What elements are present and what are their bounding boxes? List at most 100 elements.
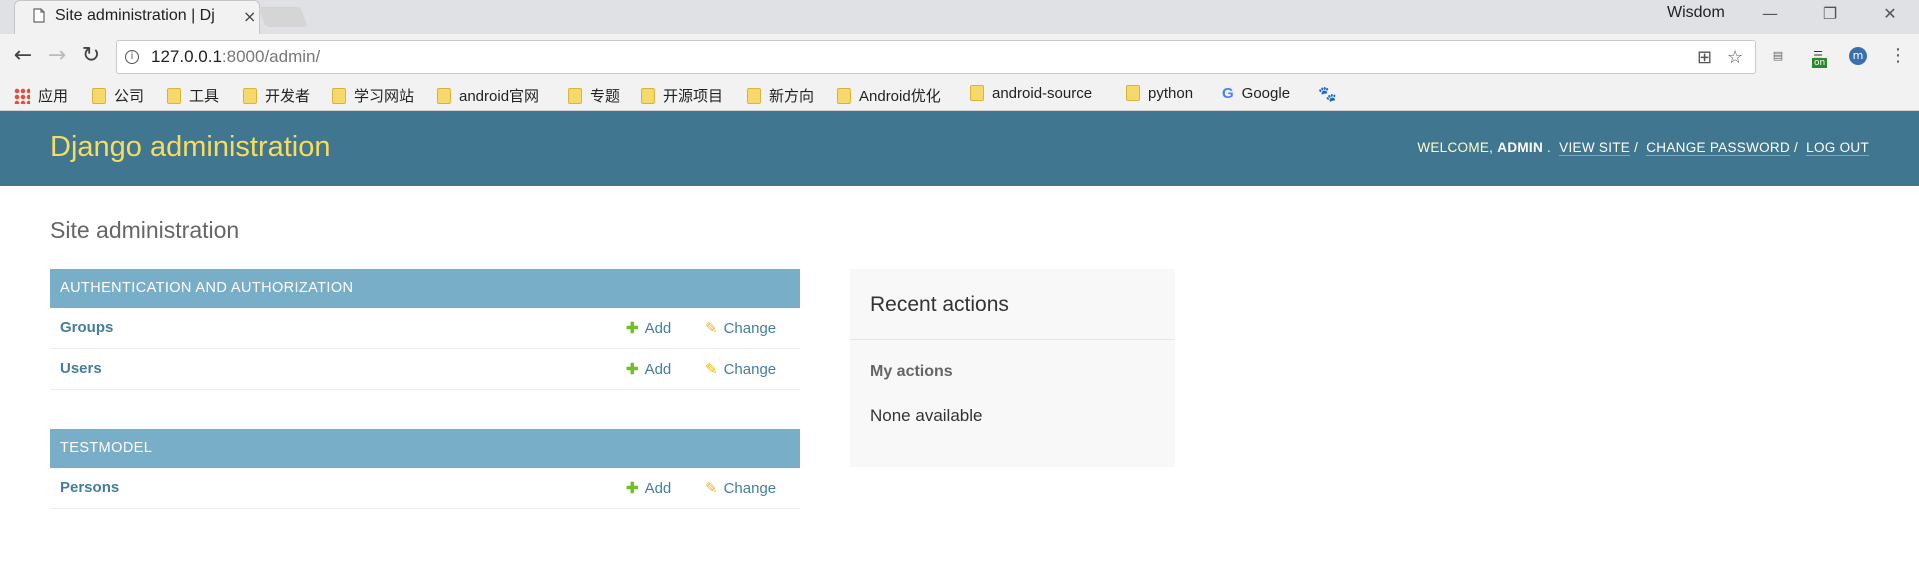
- bookmark-google[interactable]: G Google: [1222, 85, 1290, 105]
- bookmark-label: 开发者: [265, 88, 311, 105]
- plus-icon: ✚: [626, 320, 639, 337]
- pencil-icon: ✎: [705, 320, 718, 337]
- folder-icon: [641, 88, 655, 104]
- apps-icon: [14, 88, 30, 104]
- forward-arrow-icon[interactable]: →: [44, 44, 70, 70]
- bookmark-folder[interactable]: 学习网站: [332, 85, 414, 105]
- close-tab-icon[interactable]: ×: [243, 7, 256, 26]
- empty-actions-text: None available: [870, 406, 983, 425]
- recent-actions-panel: Recent actions My actions None available: [850, 269, 1175, 467]
- model-link-persons[interactable]: Persons: [60, 479, 119, 496]
- change-link[interactable]: ✎ Change: [705, 319, 776, 337]
- add-label: Add: [644, 480, 672, 497]
- close-window-icon[interactable]: ✕: [1866, 0, 1914, 28]
- baidu-paw-icon[interactable]: 🐾: [1318, 85, 1337, 105]
- change-label: Change: [723, 320, 777, 337]
- translate-icon[interactable]: ⊞: [1697, 47, 1712, 68]
- change-label: Change: [723, 361, 777, 378]
- change-link[interactable]: ✎ Change: [705, 360, 776, 378]
- google-icon: G: [1222, 85, 1234, 102]
- profile-name[interactable]: Wisdom: [1667, 4, 1725, 22]
- address-bar[interactable]: i 127.0.0.1:8000/admin/ ⊞ ☆: [116, 40, 1756, 74]
- model-link-users[interactable]: Users: [60, 360, 102, 377]
- minimize-icon[interactable]: —: [1746, 0, 1794, 28]
- folder-icon: [837, 88, 851, 104]
- bookmark-folder[interactable]: Android优化: [837, 85, 941, 105]
- bookmark-label: 公司: [114, 88, 145, 105]
- bookmark-label: Google: [1241, 85, 1291, 102]
- model-row: Persons ✚ Add ✎ Change: [50, 468, 800, 509]
- browser-tab-strip: Site administration | Dj × Wisdom — ❐ ✕: [0, 0, 1919, 34]
- change-label: Change: [723, 480, 777, 497]
- plus-icon: ✚: [626, 480, 639, 497]
- tab-title: Site administration | Dj: [55, 7, 215, 24]
- bookmark-label: android官网: [459, 88, 540, 105]
- back-arrow-icon[interactable]: ←: [10, 44, 36, 70]
- browser-toolbar: ← → ↻ i 127.0.0.1:8000/admin/ ⊞ ☆ ▤ ☰ on …: [0, 34, 1919, 79]
- folder-icon: [437, 88, 451, 104]
- document-icon: [33, 8, 45, 23]
- bookmark-label: 学习网站: [354, 88, 415, 105]
- extension-list-icon[interactable]: ☰ on: [1806, 44, 1830, 68]
- bookmark-label: android-source: [992, 85, 1093, 102]
- url-text[interactable]: 127.0.0.1:8000/admin/: [151, 47, 320, 67]
- folder-icon: [92, 88, 106, 104]
- url-path: :8000/admin/: [221, 47, 321, 66]
- extension-icon[interactable]: ▤: [1766, 44, 1790, 68]
- browser-tab[interactable]: Site administration | Dj ×: [14, 0, 260, 34]
- folder-icon: [167, 88, 181, 104]
- folder-icon: [568, 88, 582, 104]
- model-row: Groups ✚ Add ✎ Change: [50, 308, 800, 349]
- reload-icon[interactable]: ↻: [78, 44, 104, 70]
- app-module-auth: AUTHENTICATION AND AUTHORIZATION Groups …: [50, 269, 800, 390]
- folder-icon: [970, 85, 984, 101]
- bookmark-folder[interactable]: 公司: [92, 85, 144, 105]
- folder-icon: [747, 88, 761, 104]
- pencil-icon: ✎: [705, 361, 718, 378]
- bookmark-label: 开源项目: [663, 88, 724, 105]
- bookmarks-bar: 应用 公司 工具 开发者 学习网站 android官网 专题 开源项目 新方向 …: [0, 79, 1919, 111]
- bookmark-label: python: [1148, 85, 1194, 102]
- bookmark-folder[interactable]: android官网: [437, 85, 539, 105]
- model-link-groups[interactable]: Groups: [60, 319, 113, 336]
- bookmark-apps[interactable]: 应用: [14, 85, 68, 105]
- bookmark-folder[interactable]: android-source: [970, 85, 1092, 105]
- model-row: Users ✚ Add ✎ Change: [50, 349, 800, 390]
- admin-header: Django administration WELCOME, ADMIN. VI…: [0, 111, 1919, 186]
- add-link[interactable]: ✚ Add: [626, 360, 671, 378]
- star-icon[interactable]: ☆: [1727, 47, 1743, 68]
- new-tab-button[interactable]: [258, 7, 308, 27]
- change-link[interactable]: ✎ Change: [705, 479, 776, 497]
- bookmark-label: 专题: [590, 88, 621, 105]
- plus-icon: ✚: [626, 361, 639, 378]
- divider: [850, 339, 1175, 340]
- info-icon[interactable]: i: [125, 50, 139, 64]
- view-site-link[interactable]: VIEW SITE: [1559, 140, 1631, 156]
- module-caption[interactable]: AUTHENTICATION AND AUTHORIZATION: [50, 269, 800, 308]
- site-branding[interactable]: Django administration: [50, 131, 330, 164]
- bookmark-folder[interactable]: 开发者: [243, 85, 310, 105]
- bookmark-folder[interactable]: python: [1126, 85, 1193, 105]
- bookmark-folder[interactable]: 工具: [167, 85, 219, 105]
- extension-m-icon[interactable]: m: [1846, 44, 1870, 68]
- add-link[interactable]: ✚ Add: [626, 479, 671, 497]
- bookmark-folder[interactable]: 专题: [568, 85, 620, 105]
- change-password-link[interactable]: CHANGE PASSWORD: [1646, 140, 1791, 156]
- add-link[interactable]: ✚ Add: [626, 319, 671, 337]
- folder-icon: [243, 88, 257, 104]
- username: ADMIN: [1497, 140, 1544, 155]
- restore-icon[interactable]: ❐: [1806, 0, 1854, 28]
- page-title: Site administration: [50, 217, 240, 243]
- bookmark-folder[interactable]: 新方向: [747, 85, 814, 105]
- welcome-text: WELCOME,: [1417, 140, 1494, 155]
- module-caption[interactable]: TESTMODEL: [50, 429, 800, 468]
- bookmark-label: 工具: [189, 88, 220, 105]
- recent-actions-title: Recent actions: [870, 293, 1009, 316]
- extension-badge: on: [1812, 58, 1828, 68]
- bookmark-label: Android优化: [859, 88, 941, 105]
- pencil-icon: ✎: [705, 480, 718, 497]
- log-out-link[interactable]: LOG OUT: [1806, 140, 1869, 156]
- bookmark-folder[interactable]: 开源项目: [641, 85, 723, 105]
- url-host: 127.0.0.1: [151, 47, 222, 66]
- menu-icon[interactable]: ⋮: [1886, 44, 1910, 68]
